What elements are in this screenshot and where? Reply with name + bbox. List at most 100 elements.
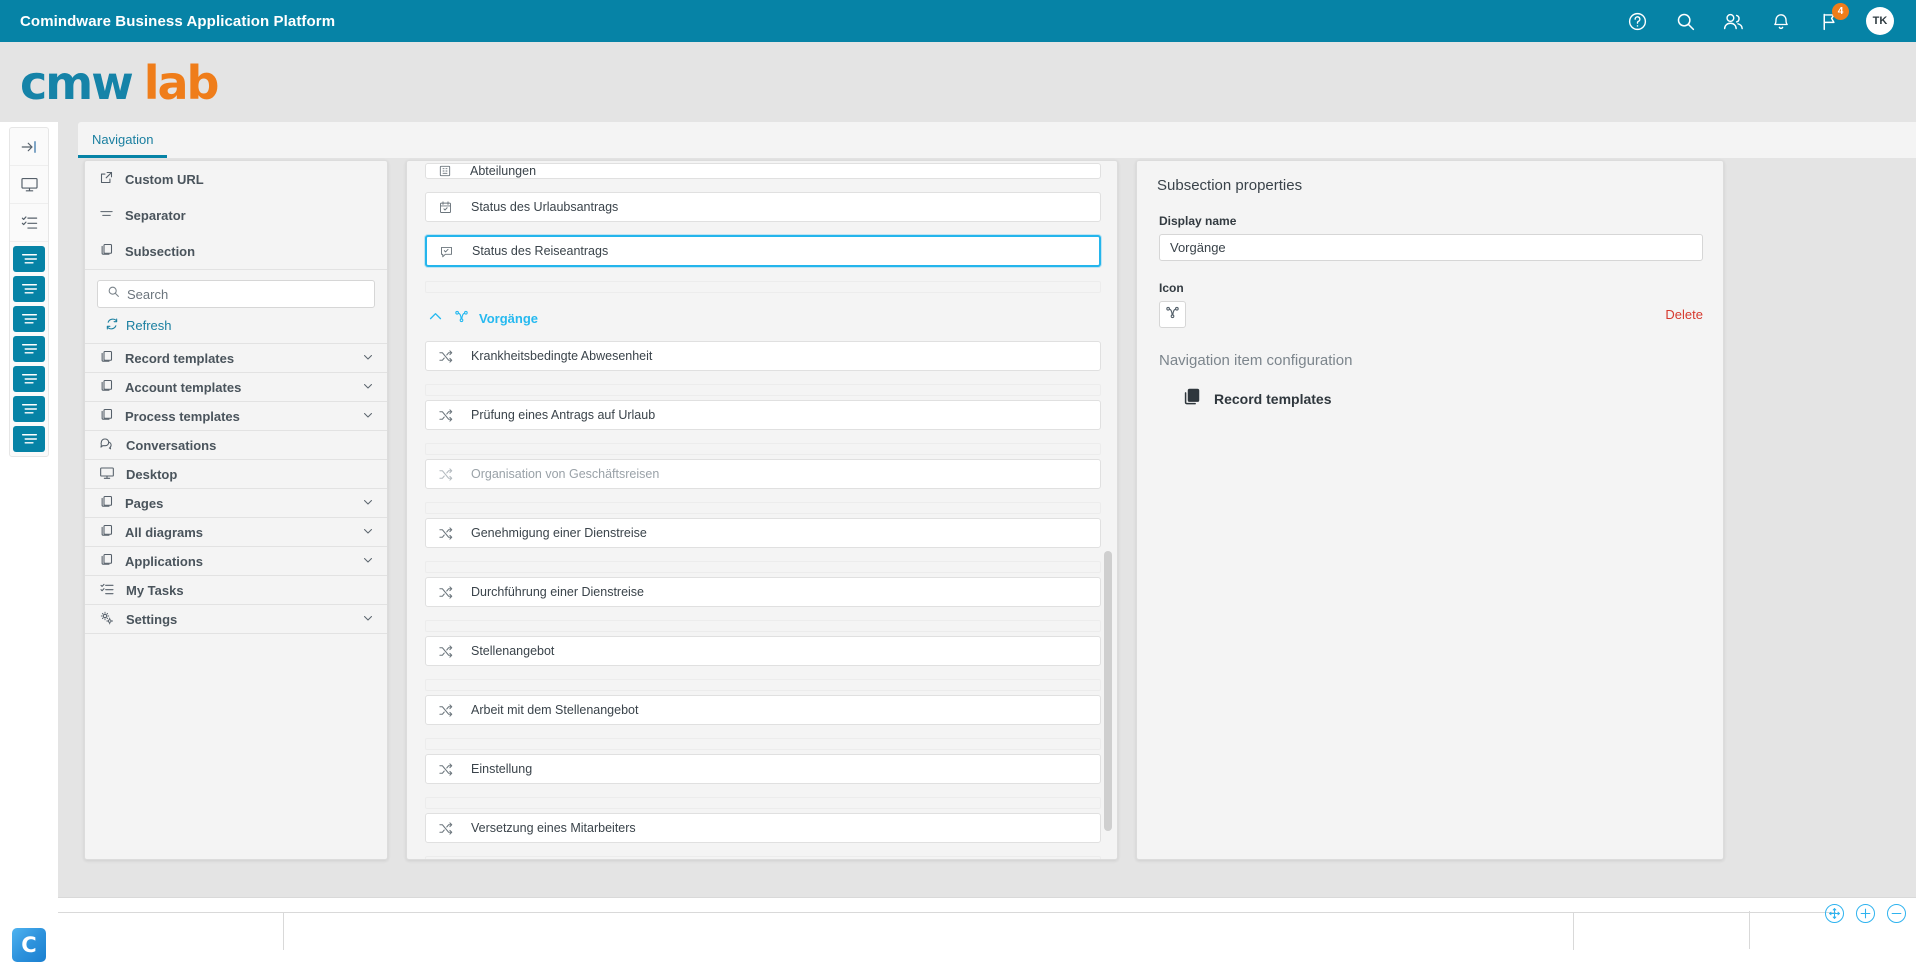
list-item[interactable]: Arbeit mit dem Stellenangebot <box>425 695 1101 725</box>
sitemap-icon <box>454 309 469 327</box>
tab-strip: Navigation <box>78 122 1916 158</box>
help-icon[interactable] <box>1624 8 1650 34</box>
logo-band: cmw lab <box>0 42 1916 122</box>
list-item-label: Prüfung eines Antrags auf Urlaub <box>471 408 656 422</box>
list-item[interactable]: Prüfung eines Antrags auf Urlaub <box>425 400 1101 430</box>
bottom-cell-middle <box>284 912 1574 950</box>
group-header-vorgaenge[interactable]: Vorgänge <box>427 303 1101 333</box>
app-title: Comindware Business Application Platform <box>20 12 336 30</box>
list-item[interactable]: Stellenangebot <box>425 636 1101 666</box>
icon-picker-button[interactable] <box>1159 301 1186 328</box>
list-item-disabled[interactable]: Organisation von Geschäftsreisen <box>425 459 1101 489</box>
left-rail: C <box>0 122 58 978</box>
sidebar-item-label: Settings <box>126 611 178 627</box>
users-icon[interactable] <box>1720 8 1746 34</box>
list-item[interactable]: Versetzung eines Mitarbeiters <box>425 813 1101 843</box>
chevron-down-icon[interactable] <box>361 553 375 570</box>
list-item[interactable]: Genehmigung einer Dienstreise <box>425 518 1101 548</box>
display-name-field[interactable]: Vorgänge <box>1159 234 1703 261</box>
add-separator-button[interactable]: Separator <box>85 197 387 233</box>
process-icon <box>438 762 453 777</box>
sidebar-item-pages[interactable]: Pages <box>85 489 387 518</box>
sitemap-icon <box>1165 305 1180 325</box>
list-item[interactable]: Durchführung einer Dienstreise <box>425 577 1101 607</box>
refresh-label: Refresh <box>126 318 172 333</box>
app-logo[interactable]: C <box>12 928 46 962</box>
sidebar-item-all-diagrams[interactable]: All diagrams <box>85 518 387 547</box>
delete-button[interactable]: Delete <box>1665 307 1703 322</box>
sidebar-item-record-templates[interactable]: Record templates <box>85 344 387 373</box>
list-item[interactable]: Einstellung <box>425 754 1101 784</box>
display-name-label: Display name <box>1159 214 1237 228</box>
list-tile-3[interactable] <box>13 306 45 332</box>
chevron-down-icon[interactable] <box>361 408 375 425</box>
brand-logo-cmw: cmw <box>20 56 134 110</box>
process-icon <box>438 408 453 423</box>
list-item[interactable]: Abteilungen <box>425 163 1101 179</box>
search-icon[interactable] <box>1672 8 1698 34</box>
zoom-in-icon[interactable] <box>1856 904 1875 923</box>
list-item-label: Status des Reiseantrags <box>472 244 609 258</box>
copy-icon <box>99 378 114 396</box>
process-icon <box>438 644 453 659</box>
bottom-cell-left <box>58 912 284 950</box>
list-tile-6[interactable] <box>13 396 45 422</box>
chevron-down-icon[interactable] <box>361 350 375 367</box>
sidebar-item-process-templates[interactable]: Process templates <box>85 402 387 431</box>
list-item[interactable]: Krankheitsbedingte Abwesenheit <box>425 341 1101 371</box>
sidebar-item-account-templates[interactable]: Account templates <box>85 373 387 402</box>
sidebar-item-label: Conversations <box>126 437 217 453</box>
gear-icon <box>99 610 115 629</box>
tasks-icon <box>99 581 115 600</box>
list-tile-1[interactable] <box>13 246 45 272</box>
list-tile-7[interactable] <box>13 426 45 452</box>
add-custom-url-button[interactable]: Custom URL <box>85 161 387 197</box>
chevron-down-icon[interactable] <box>361 495 375 512</box>
process-icon <box>438 526 453 541</box>
list-item-label: Versetzung eines Mitarbeiters <box>471 821 636 835</box>
list-tile-5[interactable] <box>13 366 45 392</box>
add-subsection-button[interactable]: Subsection <box>85 233 387 269</box>
refresh-button[interactable]: Refresh <box>105 317 387 334</box>
sidebar-item-my-tasks[interactable]: My Tasks <box>85 576 387 605</box>
search-icon <box>107 285 120 303</box>
process-icon <box>438 349 453 364</box>
bottom-divider <box>1749 911 1750 949</box>
process-icon <box>438 585 453 600</box>
chevron-down-icon[interactable] <box>361 611 375 628</box>
pan-icon[interactable] <box>1825 904 1844 923</box>
search-box[interactable] <box>97 280 375 308</box>
chevron-down-icon[interactable] <box>361 524 375 541</box>
bottom-bar <box>58 897 1916 978</box>
search-input[interactable] <box>127 286 365 302</box>
custom-url-label: Custom URL <box>125 171 204 187</box>
tab-navigation[interactable]: Navigation <box>78 132 168 158</box>
list-tile-2[interactable] <box>13 276 45 302</box>
list-item[interactable]: Status des Urlaubsantrags <box>425 192 1101 222</box>
list-item-label: Einstellung <box>471 762 533 776</box>
bell-icon[interactable] <box>1768 8 1794 34</box>
copy-icon <box>99 552 114 570</box>
drop-slot <box>425 443 1101 455</box>
zoom-out-icon[interactable] <box>1887 904 1906 923</box>
tasks-icon[interactable] <box>10 204 48 242</box>
drop-slot <box>425 561 1101 573</box>
chevron-up-icon[interactable] <box>427 308 444 328</box>
chevron-down-icon[interactable] <box>361 379 375 396</box>
sidebar-item-label: My Tasks <box>126 582 184 598</box>
list-tile-4[interactable] <box>13 336 45 362</box>
sidebar-item-settings[interactable]: Settings <box>85 605 387 634</box>
list-item-label: Durchführung einer Dienstreise <box>471 585 645 599</box>
vertical-scrollbar[interactable] <box>1104 551 1112 831</box>
process-icon <box>438 467 453 482</box>
sidebar-item-applications[interactable]: Applications <box>85 547 387 576</box>
copy-filled-icon <box>1181 387 1201 410</box>
sidebar-item-conversations[interactable]: Conversations <box>85 431 387 460</box>
collapse-panel-icon[interactable] <box>10 128 48 166</box>
sidebar-item-desktop[interactable]: Desktop <box>85 460 387 489</box>
avatar[interactable]: TK <box>1866 7 1894 35</box>
flag-icon[interactable]: 4 <box>1816 3 1849 34</box>
list-item-selected[interactable]: Status des Reiseantrags <box>425 235 1101 267</box>
config-item-record-templates[interactable]: Record templates <box>1181 387 1723 410</box>
desktop-icon[interactable] <box>10 166 48 204</box>
